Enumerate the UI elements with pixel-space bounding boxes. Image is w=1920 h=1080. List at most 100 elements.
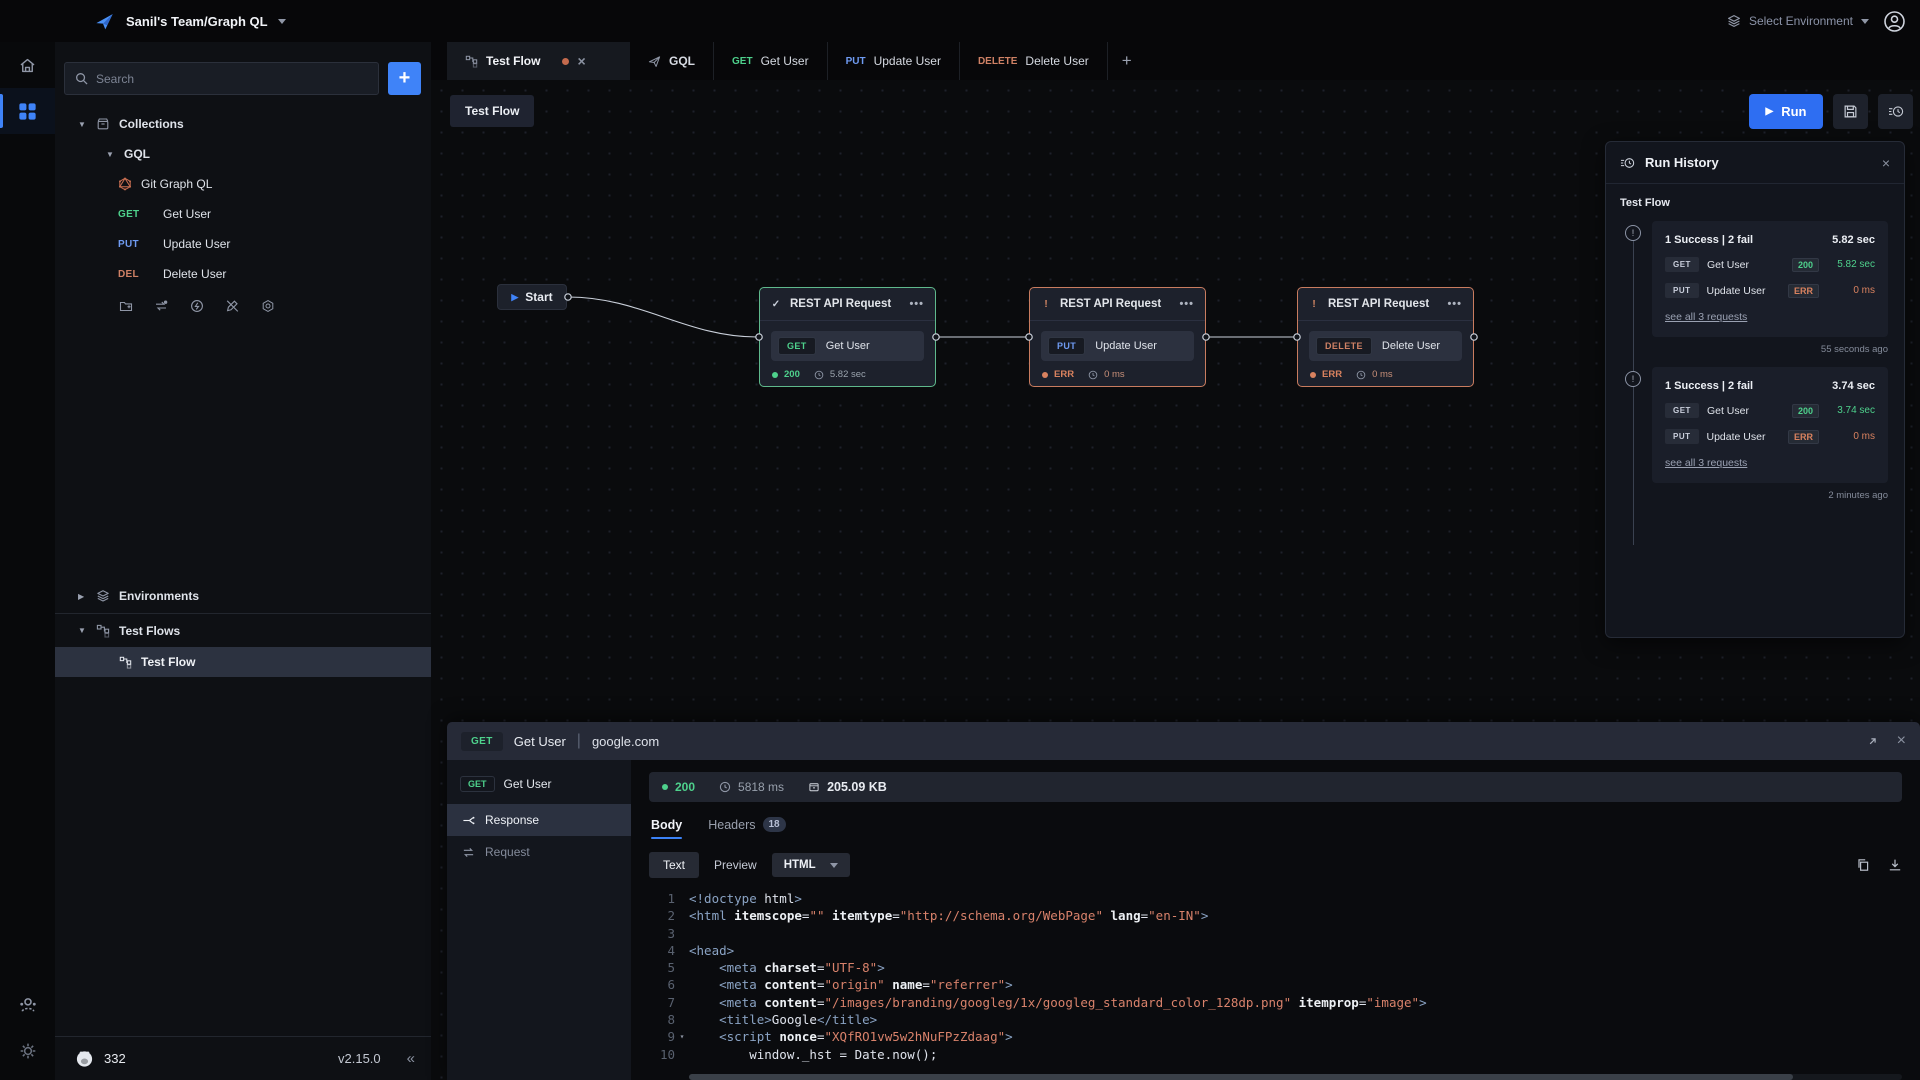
- folder-add-icon[interactable]: [119, 299, 133, 313]
- download-icon[interactable]: [1888, 858, 1902, 872]
- gear-icon: [19, 1042, 37, 1060]
- new-tab-button[interactable]: +: [1108, 42, 1146, 80]
- request-time: 0 ms: [1827, 285, 1875, 296]
- code-editor[interactable]: 1<!doctype html>2<html itemscope="" item…: [649, 890, 1902, 1080]
- method-label: PUT: [118, 239, 154, 250]
- response-size-group: 205.09 KB: [808, 780, 887, 794]
- run-history-flow-name: Test Flow: [1606, 184, 1904, 215]
- rail-home-button[interactable]: [0, 42, 55, 88]
- run-card[interactable]: 1 Success | 2 fail 5.82 sec GET Get User…: [1652, 221, 1888, 337]
- nav-item-response[interactable]: Response: [447, 804, 631, 836]
- run-summary: 1 Success | 2 fail: [1665, 380, 1753, 392]
- run-summary: 1 Success | 2 fail: [1665, 234, 1753, 246]
- nav-item-request[interactable]: Request: [447, 836, 631, 868]
- save-button[interactable]: [1833, 94, 1868, 129]
- tab-update-user[interactable]: PUT Update User: [828, 42, 960, 80]
- collapse-sidebar-button[interactable]: «: [407, 1050, 415, 1067]
- status-dot-icon: [1310, 372, 1316, 378]
- node-header: ✓ REST API Request •••: [760, 288, 935, 321]
- sidebar-item-test-flow[interactable]: Test Flow: [55, 647, 431, 677]
- sidebar-item-test-flows[interactable]: ▼ Test Flows: [55, 613, 431, 647]
- graphql-settings-icon[interactable]: [261, 299, 275, 313]
- see-all-requests-link[interactable]: see all 3 requests: [1665, 311, 1747, 323]
- node-request-chip[interactable]: PUT Update User: [1041, 331, 1194, 361]
- tab-body[interactable]: Body: [651, 817, 682, 839]
- select-environment-button[interactable]: Select Environment: [1727, 14, 1869, 28]
- response-panel-header[interactable]: GET Get User | google.com ×: [447, 722, 1920, 760]
- sidebar-item-delete-user[interactable]: DEL Delete User: [55, 259, 431, 289]
- sidebar-tree: ▼ Collections ▼ GQL Git Graph QL GET Get…: [55, 109, 431, 1036]
- close-response-panel-icon[interactable]: ×: [1897, 733, 1906, 749]
- close-run-history-icon[interactable]: ×: [1882, 156, 1890, 170]
- timeline-marker-icon: !: [1625, 225, 1641, 241]
- sidebar-item-git-graphql[interactable]: Git Graph QL: [55, 169, 431, 199]
- method-badge: GET: [1665, 403, 1699, 418]
- search-input[interactable]: [96, 72, 368, 86]
- flow-canvas[interactable]: Test Flow ▶ Run: [431, 80, 1920, 1080]
- divider: |: [577, 732, 581, 750]
- status-dot-icon: [662, 784, 668, 790]
- response-time-group: 5818 ms: [719, 780, 784, 794]
- start-node[interactable]: ▶ Start: [497, 284, 567, 310]
- rail-community-button[interactable]: [0, 982, 55, 1028]
- rail-collections-button[interactable]: [0, 88, 55, 134]
- run-request-row: GET Get User 200 3.74 sec: [1665, 403, 1875, 418]
- format-select[interactable]: HTML: [772, 853, 850, 877]
- github-icon[interactable]: [75, 1049, 94, 1068]
- collections-grid-icon: [18, 102, 37, 121]
- node-menu-icon[interactable]: •••: [1179, 298, 1194, 310]
- node-request-chip[interactable]: GET Get User: [771, 331, 924, 361]
- close-tab-icon[interactable]: ×: [577, 54, 585, 68]
- add-button[interactable]: +: [388, 62, 421, 95]
- workspace-name[interactable]: Sanil's Team/Graph QL: [126, 14, 268, 29]
- expand-icon[interactable]: [1866, 735, 1879, 748]
- view-text-button[interactable]: Text: [649, 852, 699, 878]
- status-dot-icon: [772, 372, 778, 378]
- rail-settings-button[interactable]: [0, 1028, 55, 1074]
- copy-icon[interactable]: [1856, 858, 1870, 872]
- sidebar-item-get-user[interactable]: GET Get User: [55, 199, 431, 229]
- tab-gql[interactable]: GQL: [630, 42, 714, 80]
- code-line: 1<!doctype html>: [649, 890, 1902, 907]
- node-title: REST API Request: [1328, 298, 1438, 310]
- workspace-caret-icon[interactable]: [278, 19, 286, 24]
- socket-icon[interactable]: [190, 299, 204, 313]
- github-star-count[interactable]: 332: [104, 1051, 126, 1066]
- no-code-icon[interactable]: [225, 299, 240, 313]
- account-icon[interactable]: [1883, 10, 1906, 33]
- sidebar-item-environments[interactable]: ▶ Environments: [55, 579, 431, 613]
- sidebar-item-collections[interactable]: ▼ Collections: [55, 109, 431, 139]
- tab-delete-user[interactable]: DELETE Delete User: [960, 42, 1108, 80]
- run-history-button[interactable]: [1878, 94, 1913, 129]
- sidebar-folder-gql[interactable]: ▼ GQL: [55, 139, 431, 169]
- run-card[interactable]: 1 Success | 2 fail 3.74 sec GET Get User…: [1652, 367, 1888, 483]
- see-all-requests-link[interactable]: see all 3 requests: [1665, 457, 1747, 469]
- run-button[interactable]: ▶ Run: [1749, 94, 1823, 129]
- sidebar-item-update-user[interactable]: PUT Update User: [55, 229, 431, 259]
- collection-box-icon: [96, 117, 110, 131]
- horizontal-scrollbar[interactable]: [689, 1074, 1902, 1080]
- tab-headers[interactable]: Headers 18: [708, 817, 785, 839]
- node-update-user[interactable]: ! REST API Request ••• PUT Update User E…: [1029, 287, 1206, 387]
- node-menu-icon[interactable]: •••: [1447, 298, 1462, 310]
- select-environment-label: Select Environment: [1749, 14, 1853, 28]
- node-menu-icon[interactable]: •••: [909, 298, 924, 310]
- search-box[interactable]: [64, 62, 379, 95]
- response-nav: GET Get User Response Request: [447, 760, 631, 1080]
- scrollbar-thumb[interactable]: [689, 1074, 1793, 1080]
- status-time: 0 ms: [1104, 369, 1125, 380]
- tab-get-user[interactable]: GET Get User: [714, 42, 828, 80]
- node-get-user[interactable]: ✓ REST API Request ••• GET Get User 200 …: [759, 287, 936, 387]
- node-title: REST API Request: [1060, 298, 1170, 310]
- node-delete-user[interactable]: ! REST API Request ••• DELETE Delete Use…: [1297, 287, 1474, 387]
- node-request-chip[interactable]: DELETE Delete User: [1309, 331, 1462, 361]
- node-status: ERR 0 ms: [1298, 367, 1473, 382]
- import-icon[interactable]: [154, 299, 169, 313]
- run-duration: 3.74 sec: [1832, 380, 1875, 392]
- view-preview-button[interactable]: Preview: [714, 858, 757, 872]
- package-icon: [808, 781, 820, 793]
- code-line: 10 window._hst = Date.now();: [649, 1046, 1902, 1063]
- tab-test-flow[interactable]: Test Flow ×: [447, 42, 630, 80]
- method-badge: PUT: [1665, 283, 1699, 298]
- fold-caret-icon[interactable]: ▾: [675, 1028, 689, 1045]
